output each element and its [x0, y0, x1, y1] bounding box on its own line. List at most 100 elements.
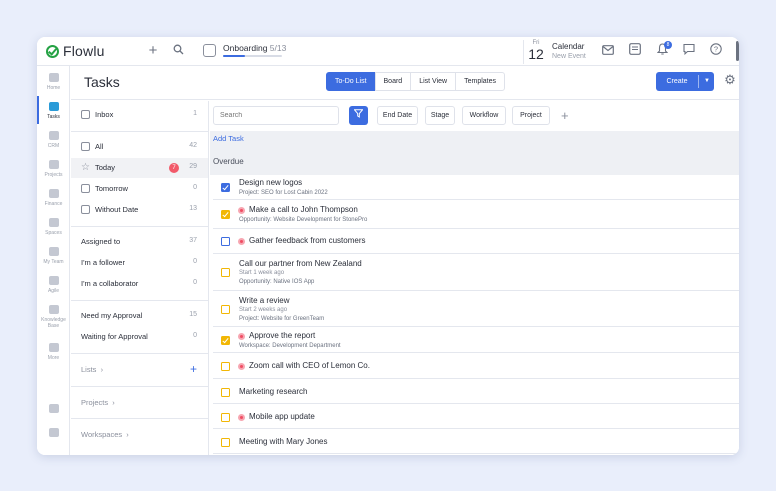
nav-label: Home	[46, 85, 61, 91]
task-checkbox[interactable]	[221, 183, 230, 192]
sidebar-item-today[interactable]: ☆ Today 7 29	[71, 158, 208, 178]
task-row[interactable]: Zoom call with CEO of Lemon Co.	[213, 353, 739, 379]
task-title[interactable]: Marketing research	[239, 387, 307, 396]
chevron-down-icon[interactable]: ▼	[701, 72, 713, 91]
sidebar-item-all[interactable]: All 42	[71, 137, 208, 157]
nav-item-extra-1[interactable]	[37, 404, 70, 413]
crm-icon	[48, 131, 59, 140]
nav-item-projects[interactable]: Projects	[37, 160, 70, 178]
task-title[interactable]: Zoom call with CEO of Lemon Co.	[249, 361, 370, 370]
add-filter-button[interactable]: +	[561, 106, 569, 125]
nav-item-finance[interactable]: Finance	[37, 189, 70, 207]
nav-item-knowledge-base[interactable]: Knowledge Base	[37, 305, 70, 329]
task-title[interactable]: Call our partner from New Zealand	[239, 259, 362, 268]
nav-item-more[interactable]: More	[37, 343, 70, 361]
task-row[interactable]: Design new logos Project: SEO for Lost C…	[213, 175, 739, 200]
task-title[interactable]: Approve the report	[249, 331, 315, 340]
calendar-widget[interactable]: Fri 12 Calendar New Event	[523, 40, 593, 64]
mail-icon[interactable]	[600, 43, 616, 59]
priority-icon	[238, 333, 245, 340]
nav-label: CRM	[47, 143, 60, 149]
task-checkbox[interactable]	[221, 336, 230, 345]
task-checkbox[interactable]	[221, 268, 230, 277]
filter-workflow[interactable]: Workflow	[462, 106, 506, 125]
task-checkbox[interactable]	[221, 237, 230, 246]
task-relation[interactable]: Project: Website for GreenTeam	[239, 316, 324, 322]
sidebar-section-lists[interactable]: Lists ›	[81, 365, 103, 374]
sidebar-item-count: 0	[193, 258, 197, 265]
sidebar-item-count: 0	[193, 279, 197, 286]
onboarding-icon	[203, 44, 216, 57]
task-row[interactable]: Approve the report Workspace: Developmen…	[213, 327, 739, 353]
task-relation[interactable]: Opportunity: Native IOS App	[239, 279, 314, 285]
task-checkbox[interactable]	[221, 362, 230, 371]
task-row[interactable]: Write a review Start 2 weeks ago Project…	[213, 291, 739, 327]
sidebar-section-projects[interactable]: Projects ›	[81, 398, 115, 407]
task-title[interactable]: Gather feedback from customers	[249, 236, 366, 245]
task-title[interactable]: Write a review	[239, 296, 290, 305]
sidebar-item-assigned-to[interactable]: Assigned to 37	[71, 232, 208, 252]
app-window: Flowlu + Onboarding 5/13 Fri 12 Calendar…	[37, 37, 739, 455]
task-row[interactable]: Mobile app update	[213, 404, 739, 429]
task-relation[interactable]: Project: SEO for Lost Cabin 2022	[239, 190, 328, 196]
sidebar-item-collaborator[interactable]: I'm a collaborator 0	[71, 274, 208, 294]
nav-item-extra-2[interactable]	[37, 428, 70, 437]
nav-item-my-team[interactable]: My Team	[37, 247, 70, 265]
nav-item-crm[interactable]: CRM	[37, 131, 70, 149]
sidebar-item-label: All	[95, 142, 104, 151]
flowlu-logo[interactable]: Flowlu	[46, 43, 105, 59]
task-row[interactable]: Make a call to John Thompson Opportunity…	[213, 200, 739, 229]
task-checkbox[interactable]	[221, 413, 230, 422]
nav-item-home[interactable]: Home	[37, 73, 70, 91]
calendar-title: Calendar	[552, 42, 585, 51]
add-list-button[interactable]: +	[190, 363, 197, 375]
new-event-link[interactable]: New Event	[552, 53, 586, 60]
nav-item-spaces[interactable]: Spaces	[37, 218, 70, 236]
sidebar-divider	[71, 226, 208, 227]
sidebar-item-need-approval[interactable]: Need my Approval 15	[71, 306, 208, 326]
sidebar-section-workspaces[interactable]: Workspaces ›	[81, 430, 129, 439]
tab-board[interactable]: Board	[374, 72, 412, 91]
sidebar-item-inbox[interactable]: Inbox 1	[71, 105, 208, 125]
nav-item-agile[interactable]: Agile	[37, 276, 70, 294]
add-task-link[interactable]: Add Task	[213, 134, 244, 143]
search-icon[interactable]	[170, 43, 186, 59]
flowlu-check-icon	[46, 44, 59, 58]
task-checkbox[interactable]	[221, 388, 230, 397]
task-row[interactable]: Meeting with Mary Jones	[213, 429, 739, 454]
tab-templates[interactable]: Templates	[455, 72, 505, 91]
sidebar-item-tomorrow[interactable]: Tomorrow 0	[71, 179, 208, 199]
notes-icon[interactable]	[627, 43, 643, 59]
task-checkbox[interactable]	[221, 305, 230, 314]
task-title[interactable]: Make a call to John Thompson	[249, 205, 358, 214]
create-button[interactable]: Create ▼	[656, 72, 714, 91]
filter-stage[interactable]: Stage	[425, 106, 455, 125]
task-title[interactable]: Design new logos	[239, 178, 302, 187]
task-relation[interactable]: Workspace: Development Department	[239, 343, 341, 349]
chat-icon[interactable]	[681, 43, 697, 59]
task-row[interactable]: Gather feedback from customers	[213, 229, 739, 254]
task-checkbox[interactable]	[221, 438, 230, 447]
sidebar-item-follower[interactable]: I'm a follower 0	[71, 253, 208, 273]
task-row[interactable]: Marketing research	[213, 379, 739, 404]
sidebar-item-without-date[interactable]: Without Date 13	[71, 200, 208, 220]
help-icon[interactable]: ?	[708, 43, 724, 59]
nav-label: Spaces	[45, 230, 62, 236]
tab-list-view[interactable]: List View	[410, 72, 457, 91]
filter-end-date[interactable]: End Date	[377, 106, 418, 125]
task-relation[interactable]: Opportunity: Website Development for Sto…	[239, 217, 367, 223]
task-checkbox[interactable]	[221, 210, 230, 219]
nav-item-tasks[interactable]: Tasks	[37, 102, 70, 120]
plus-icon[interactable]: +	[145, 43, 161, 59]
gear-icon[interactable]: ⚙	[723, 73, 737, 87]
tab-to-do-list[interactable]: To-Do List	[326, 72, 376, 91]
sidebar-item-label: Need my Approval	[81, 311, 143, 320]
search-input[interactable]	[213, 106, 339, 125]
page-header: Tasks To-Do List Board List View Templat…	[71, 66, 739, 100]
filter-project[interactable]: Project	[512, 106, 550, 125]
task-title[interactable]: Mobile app update	[249, 412, 315, 421]
filter-button[interactable]	[349, 106, 368, 125]
sidebar-item-waiting-approval[interactable]: Waiting for Approval 0	[71, 327, 208, 347]
task-title[interactable]: Meeting with Mary Jones	[239, 437, 327, 446]
task-row[interactable]: Call our partner from New Zealand Start …	[213, 254, 739, 291]
